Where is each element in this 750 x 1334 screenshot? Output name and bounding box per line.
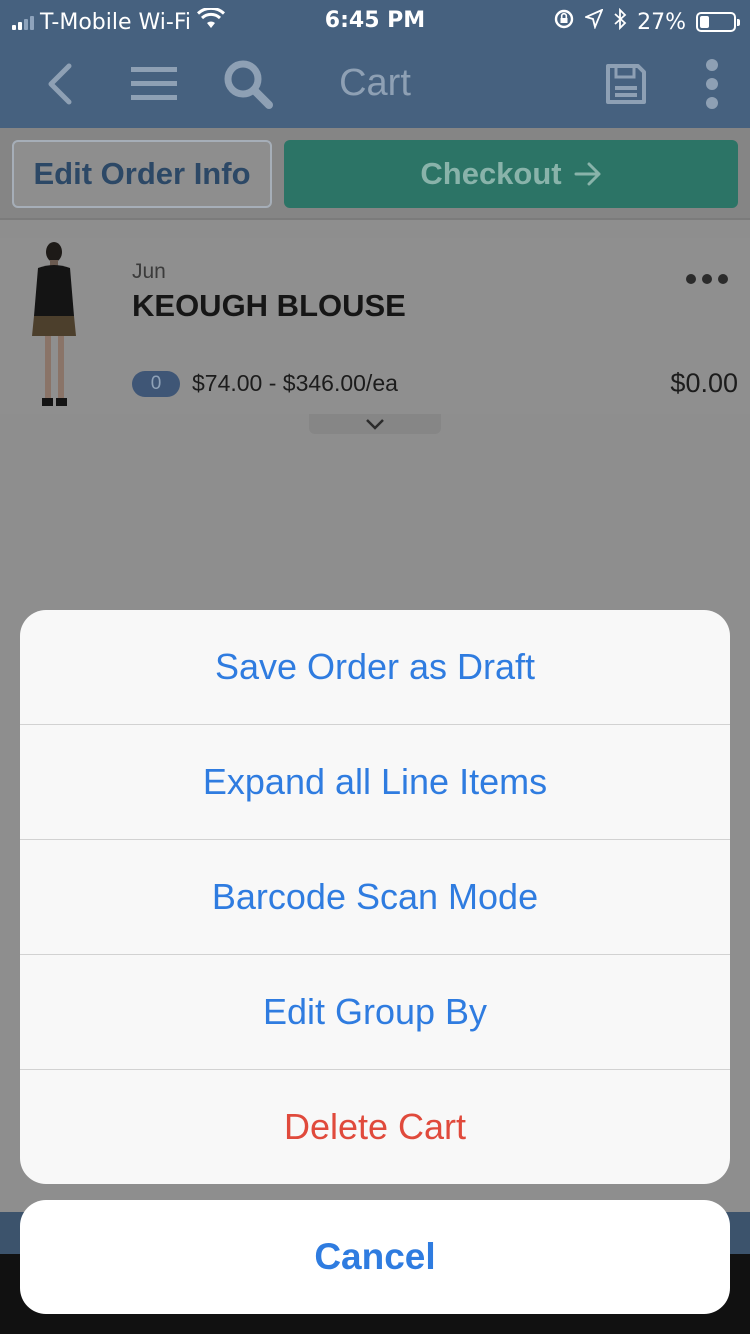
delete-cart-option[interactable]: Delete Cart	[20, 1069, 730, 1184]
checkout-button[interactable]: Checkout	[284, 140, 738, 208]
page-title: Cart	[339, 62, 411, 104]
search-icon	[224, 60, 273, 109]
more-options-button[interactable]	[690, 40, 734, 128]
edit-order-info-label: Edit Order Info	[33, 156, 251, 191]
quantity-badge[interactable]: 0	[132, 371, 180, 397]
save-order-as-draft-option[interactable]: Save Order as Draft	[20, 610, 730, 724]
menu-icon	[131, 67, 177, 100]
save-icon	[606, 64, 646, 104]
line-total: $0.00	[670, 368, 738, 398]
product-image	[32, 242, 76, 406]
expand-all-line-items-option[interactable]: Expand all Line Items	[20, 724, 730, 839]
product-name: KEOUGH BLOUSE	[132, 288, 406, 323]
product-brand: Jun	[132, 260, 166, 283]
expand-line-item-toggle[interactable]	[309, 414, 441, 434]
status-bar: T-Mobile Wi-Fi 6:45 PM 27%	[0, 0, 750, 40]
checkout-label: Checkout	[420, 156, 562, 191]
search-button[interactable]	[215, 40, 281, 128]
arrow-right-icon	[574, 162, 601, 186]
save-button[interactable]	[596, 40, 656, 128]
edit-group-by-option[interactable]: Edit Group By	[20, 954, 730, 1069]
nav-bar: Cart	[0, 40, 750, 128]
cancel-button[interactable]: Cancel	[20, 1200, 730, 1314]
chevron-down-icon	[366, 419, 384, 430]
price-range: $74.00 - $346.00/ea	[192, 370, 398, 396]
rotation-lock-icon	[553, 8, 575, 36]
more-horizontal-icon[interactable]	[686, 274, 728, 284]
location-icon	[583, 8, 604, 35]
bluetooth-icon	[613, 7, 627, 36]
battery-percent: 27%	[637, 9, 686, 35]
line-item[interactable]: Jun KEOUGH BLOUSE 0 $74.00 - $346.00/ea …	[0, 238, 750, 414]
barcode-scan-mode-option[interactable]: Barcode Scan Mode	[20, 839, 730, 954]
more-vertical-icon	[706, 59, 718, 109]
menu-button[interactable]	[124, 40, 184, 128]
edit-order-info-button[interactable]: Edit Order Info	[12, 140, 272, 208]
back-button[interactable]	[30, 40, 90, 128]
action-sheet: Save Order as Draft Expand all Line Item…	[20, 610, 730, 1184]
cart-actions: Edit Order Info Checkout	[0, 128, 750, 220]
back-chevron-icon	[48, 63, 72, 105]
battery-icon	[696, 12, 740, 32]
